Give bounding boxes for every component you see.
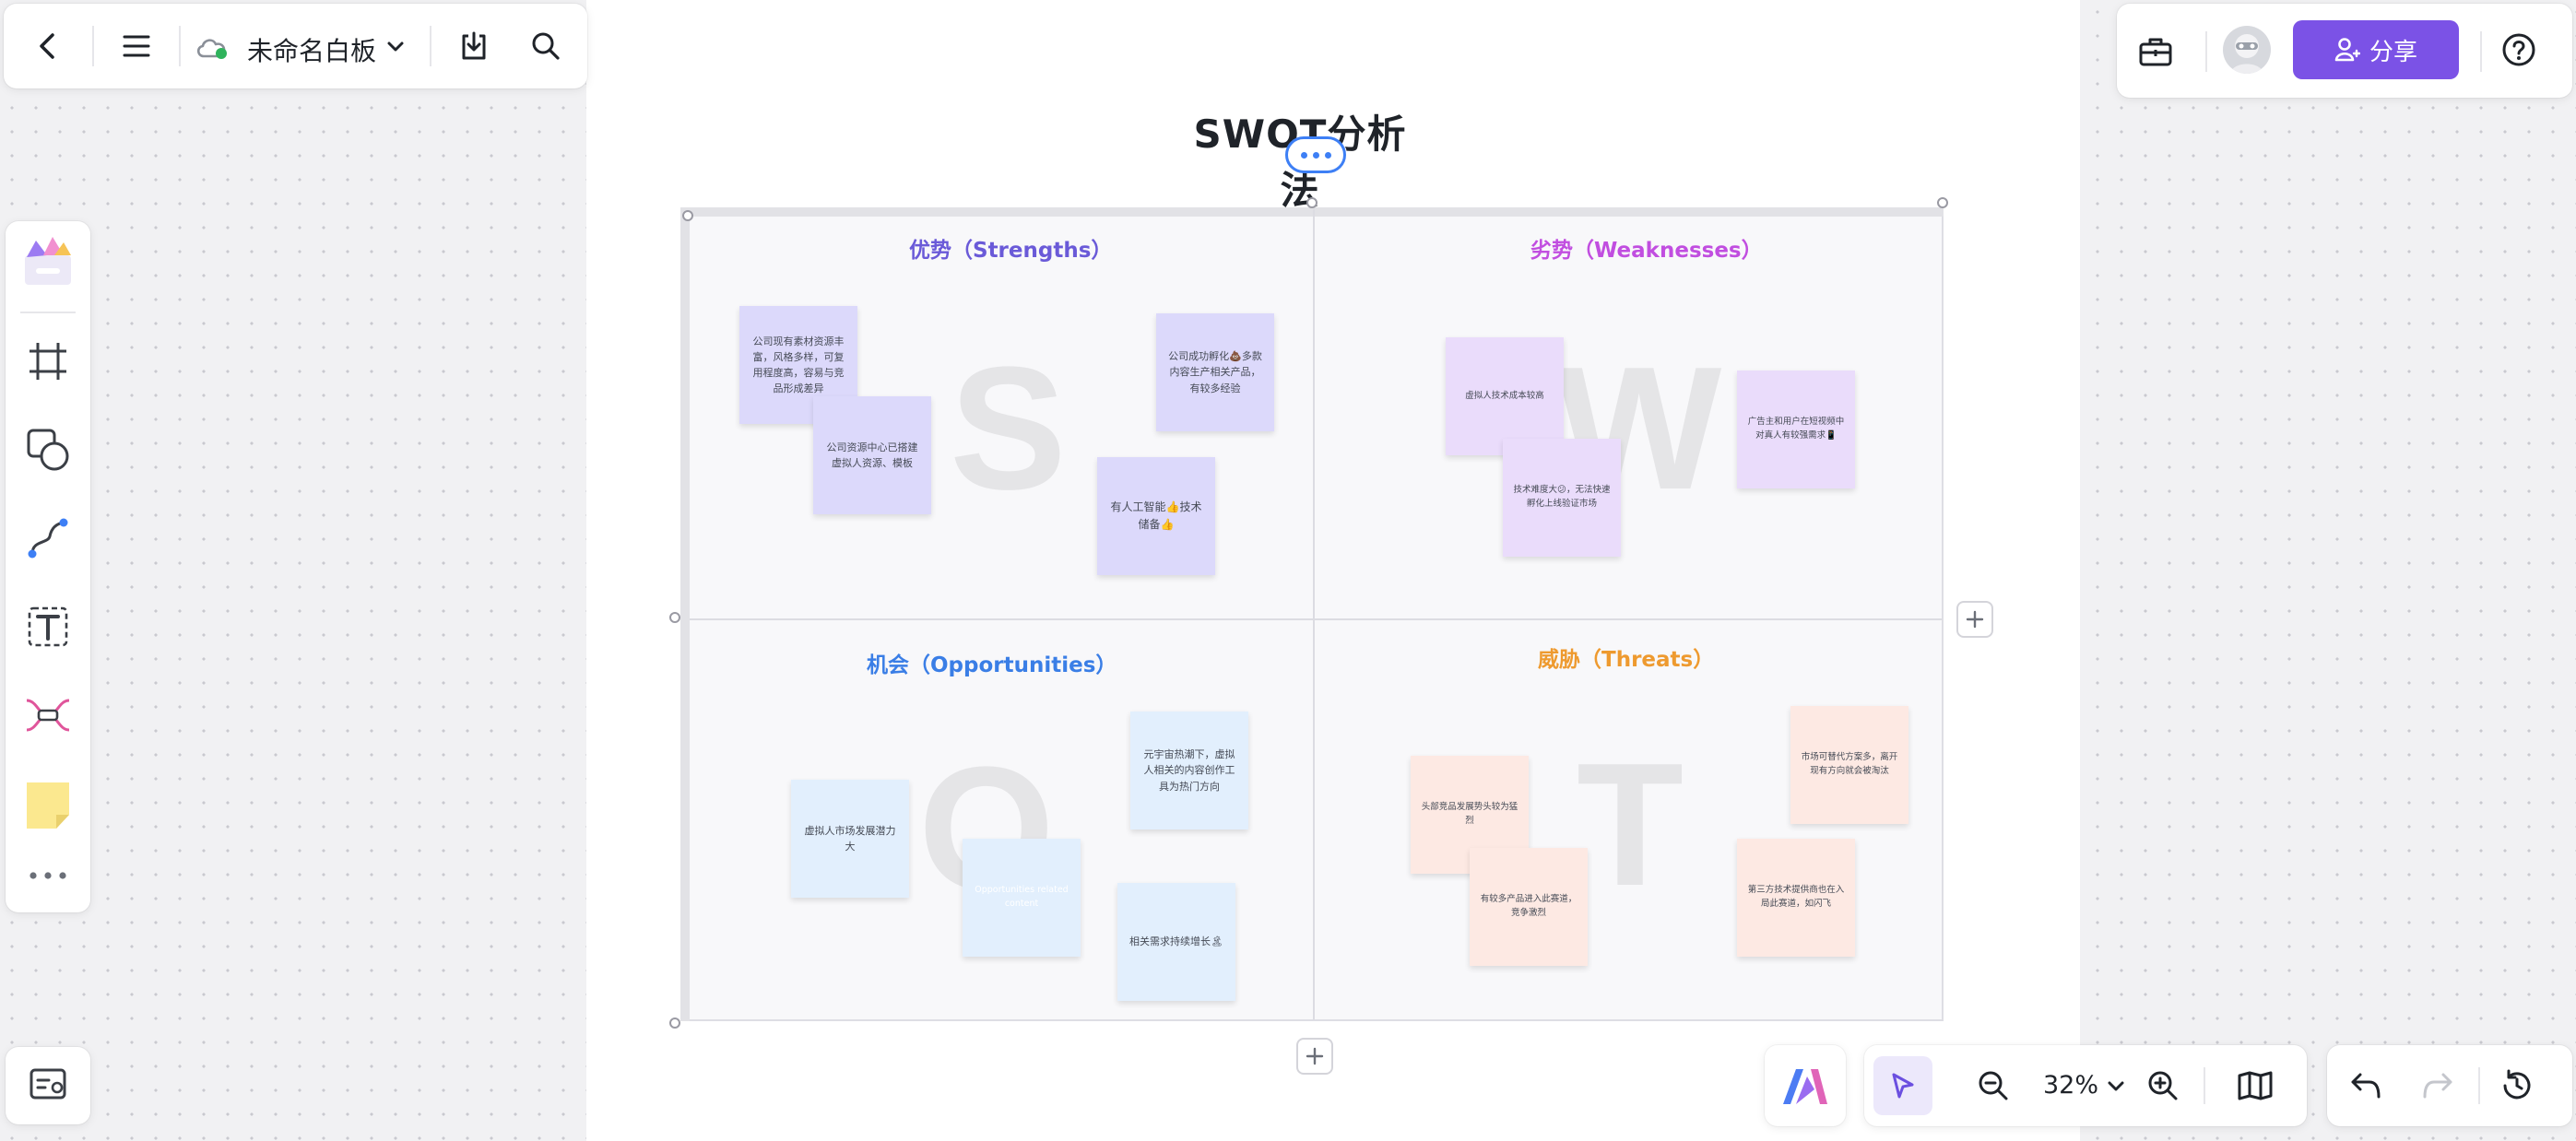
top-left-toolbar: 未命名白板 [4, 4, 587, 88]
share-button[interactable]: 分享 [2293, 20, 2459, 79]
sticky-note[interactable]: 第三方技术提供商也在入局此赛道，如闪飞 [1737, 839, 1855, 957]
divider [2204, 1067, 2205, 1104]
divider [430, 26, 431, 66]
resize-handle[interactable] [669, 612, 680, 623]
reading-mode-icon[interactable] [2233, 1065, 2277, 1106]
view-toolbar: 32% [1864, 1045, 2307, 1126]
map-icon[interactable] [28, 1064, 68, 1104]
minimap-panel [6, 1047, 90, 1124]
history-icon[interactable] [2497, 1065, 2537, 1106]
resize-handle[interactable] [669, 1017, 680, 1029]
undo-icon[interactable] [2346, 1065, 2386, 1106]
sticky-note[interactable]: 广告主和用户在短视频中对真人有较强需求📱 [1737, 371, 1855, 488]
redo-icon[interactable] [2417, 1065, 2458, 1106]
add-user-icon [2334, 38, 2360, 62]
strengths-title[interactable]: 优势（Strengths） [909, 232, 1112, 264]
connector-icon[interactable] [26, 516, 70, 560]
strengths-letter: S [950, 331, 1067, 526]
more-options-button[interactable] [1285, 136, 1346, 173]
download-icon[interactable] [455, 28, 492, 65]
help-icon[interactable] [2499, 29, 2539, 70]
frame-header-bar [688, 207, 1944, 217]
document-title[interactable]: 未命名白板 [247, 31, 376, 68]
sticky-note[interactable]: 元宇宙热潮下，虚拟人相关的内容创作工具为热门方向 [1130, 712, 1248, 829]
add-below-button[interactable] [1296, 1038, 1333, 1075]
sticky-note[interactable]: 市场可替代方案多，离开现有方向就会被淘汰 [1790, 706, 1908, 824]
ai-assistant-icon[interactable] [1778, 1062, 1833, 1110]
divider [179, 26, 181, 66]
quadrant-divider-vertical [1313, 209, 1315, 1019]
ai-assistant-panel [1765, 1045, 1846, 1126]
text-icon[interactable] [26, 605, 70, 649]
quadrant-divider-horizontal [690, 618, 1942, 620]
zoom-out-icon[interactable] [1973, 1065, 2014, 1106]
template-library-icon[interactable] [22, 234, 74, 288]
sticky-note-icon[interactable] [24, 780, 72, 831]
sticky-note[interactable]: 相关需求持续增长🏝 [1117, 883, 1235, 1001]
shape-icon[interactable] [26, 428, 70, 472]
threats-letter: T [1577, 727, 1684, 923]
sticky-note[interactable]: 虚拟人技术成本较高 [1446, 337, 1564, 455]
share-label: 分享 [2369, 38, 2417, 66]
divider [2205, 31, 2207, 72]
mindmap-icon[interactable] [24, 693, 72, 737]
threats-title[interactable]: 威胁（Threats） [1538, 641, 1714, 673]
opportunities-title[interactable]: 机会（Opportunities） [867, 647, 1117, 678]
sticky-note[interactable]: 有人工智能👍技术储备👍 [1097, 457, 1215, 575]
sticky-note[interactable]: 技术难度大😕，无法快速孵化上线验证市场 [1503, 439, 1621, 557]
more-tools-icon[interactable] [26, 857, 70, 894]
back-icon[interactable] [30, 28, 66, 65]
zoom-in-icon[interactable] [2143, 1065, 2183, 1106]
weaknesses-title[interactable]: 劣势（Weaknesses） [1530, 232, 1763, 264]
divider [2478, 1067, 2480, 1104]
menu-icon[interactable] [118, 28, 155, 65]
history-toolbar [2327, 1045, 2572, 1126]
frame-icon[interactable] [26, 339, 70, 383]
sticky-note[interactable]: Opportunities related content [963, 839, 1081, 957]
add-right-button[interactable] [1956, 601, 1993, 638]
chevron-down-icon[interactable] [384, 35, 408, 59]
resize-handle[interactable] [1937, 197, 1948, 208]
resize-handle[interactable] [682, 210, 693, 221]
tool-palette [6, 221, 90, 912]
sticky-note[interactable]: 公司成功孵化💩多款内容生产相关产品，有较多经验 [1156, 313, 1274, 431]
sticky-note[interactable]: 有较多产品进入此赛道，竞争激烈 [1470, 848, 1588, 966]
divider [20, 312, 76, 313]
sticky-note[interactable]: 虚拟人市场发展潜力大 [791, 780, 909, 898]
cloud-sync-icon [194, 35, 230, 61]
divider [2480, 31, 2482, 72]
frame-side-bar [680, 207, 690, 1021]
avatar[interactable] [2223, 26, 2271, 74]
zoom-level[interactable]: 32% [2043, 1071, 2098, 1100]
select-tool-icon[interactable] [1873, 1056, 1932, 1115]
search-icon[interactable] [527, 28, 564, 65]
divider [92, 26, 94, 66]
chevron-down-icon[interactable] [2104, 1075, 2128, 1099]
toolbox-icon[interactable] [2135, 31, 2176, 72]
sticky-note[interactable]: 公司资源中心已搭建虚拟人资源、模板 [813, 396, 931, 514]
resize-handle[interactable] [1306, 197, 1318, 208]
